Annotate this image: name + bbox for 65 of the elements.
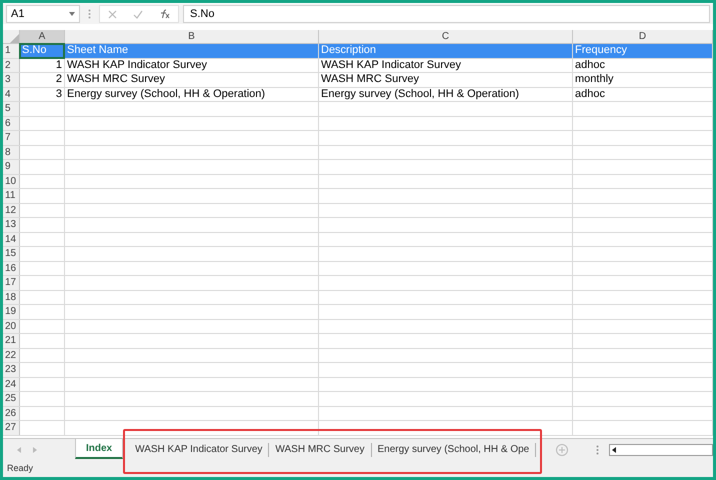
formula-field[interactable]: S.No	[183, 5, 710, 23]
row-number[interactable]: 7	[3, 131, 20, 144]
status-text: Ready	[7, 462, 34, 475]
row-number[interactable]: 11	[3, 189, 20, 202]
add-sheet-icon[interactable]	[556, 444, 568, 456]
column-header[interactable]: C	[319, 30, 573, 43]
row-number[interactable]: 9	[3, 160, 20, 174]
table-cell: WASH MRC Survey	[321, 73, 419, 86]
table-cell: 3	[56, 88, 62, 101]
row-number[interactable]: 20	[3, 320, 20, 333]
row-number[interactable]: 6	[3, 116, 20, 130]
name-box[interactable]: A1	[6, 5, 80, 23]
row-number[interactable]: 16	[3, 262, 20, 275]
sheet-tab[interactable]: WASH MRC Survey	[269, 439, 370, 459]
row-number[interactable]: 25	[3, 392, 20, 406]
row-number[interactable]: 23	[3, 363, 20, 376]
dropdown-caret-icon	[69, 12, 75, 16]
function-icon[interactable]	[159, 9, 170, 19]
column-header[interactable]: D	[573, 30, 713, 43]
column-header[interactable]: A	[20, 30, 65, 43]
table-cell: WASH KAP Indicator Survey	[67, 58, 207, 72]
row-number[interactable]: 12	[3, 204, 20, 217]
more-options-icon[interactable]	[596, 444, 599, 454]
row-number[interactable]: 3	[3, 73, 20, 86]
row-number[interactable]: 17	[3, 276, 20, 290]
table-cell: WASH KAP Indicator Survey	[321, 58, 461, 72]
table-cell: S.No	[22, 44, 46, 58]
row-number[interactable]: 2	[3, 58, 20, 72]
row-number[interactable]: 5	[3, 102, 20, 116]
table-cell: Description	[321, 44, 376, 58]
table-cell: WASH MRC Survey	[67, 73, 165, 86]
row-number[interactable]: 15	[3, 247, 20, 260]
column-header[interactable]: B	[65, 30, 319, 43]
row-number[interactable]: 10	[3, 174, 20, 188]
horizontal-scrollbar[interactable]	[609, 444, 713, 456]
row-number[interactable]: 14	[3, 232, 20, 246]
scroll-left-icon[interactable]	[612, 446, 616, 452]
sheet-tab[interactable]: Index	[75, 439, 124, 459]
sheet-tab[interactable]: WASH KAP Indicator Survey	[129, 439, 268, 459]
row-number[interactable]: 26	[3, 406, 20, 420]
row-number[interactable]: 19	[3, 305, 20, 318]
sheet-tab[interactable]: Energy survey (School, HH & Ope	[372, 439, 536, 459]
row-number[interactable]: 4	[3, 88, 20, 101]
row-number[interactable]: 18	[3, 290, 20, 304]
row-number[interactable]: 13	[3, 218, 20, 232]
table-cell: Energy survey (School, HH & Operation)	[67, 88, 266, 101]
next-sheet-icon[interactable]	[33, 446, 37, 452]
table-cell: Sheet Name	[67, 44, 128, 58]
row-number[interactable]: 21	[3, 334, 20, 348]
row-number[interactable]: 24	[3, 378, 20, 391]
table-cell: monthly	[575, 73, 614, 86]
previous-sheet-icon[interactable]	[17, 446, 21, 452]
row-number[interactable]: 8	[3, 146, 20, 159]
row-number[interactable]: 1	[3, 44, 20, 58]
row-number[interactable]: 27	[3, 421, 20, 434]
table-cell: Energy survey (School, HH & Operation)	[321, 88, 520, 101]
table-cell: Frequency	[575, 44, 627, 58]
table-cell: adhoc	[575, 88, 605, 101]
check-icon[interactable]	[133, 10, 143, 18]
table-cell: adhoc	[575, 58, 605, 72]
table-cell: 1	[56, 58, 62, 72]
drag-handle-icon[interactable]	[88, 9, 91, 19]
row-number[interactable]: 22	[3, 348, 20, 362]
cancel-icon[interactable]	[108, 10, 117, 18]
table-cell: 2	[56, 73, 62, 86]
